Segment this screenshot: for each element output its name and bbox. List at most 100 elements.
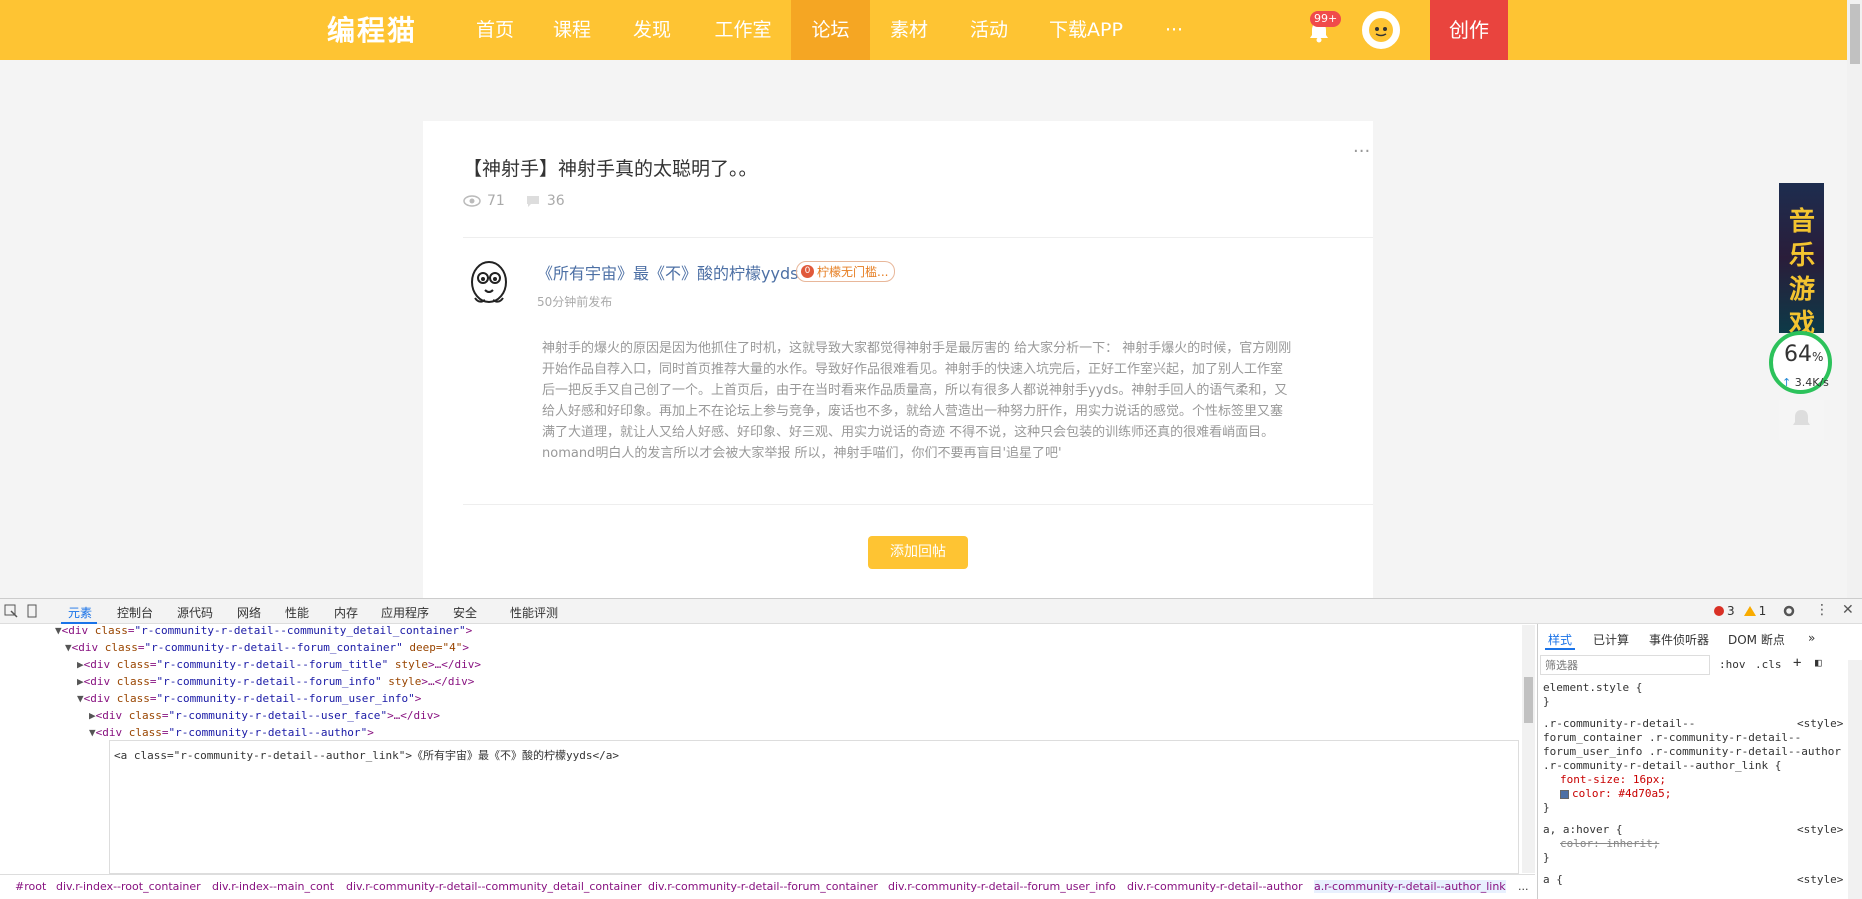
tab-dom-breakpoints[interactable]: DOM 断点 <box>1728 631 1785 648</box>
css-property-overridden[interactable]: color: inherit; <box>1560 837 1659 850</box>
tab-styles[interactable]: 样式 <box>1548 631 1572 648</box>
breadcrumb-more[interactable]: ... <box>1518 880 1529 893</box>
tab-console[interactable]: 控制台 <box>117 604 153 621</box>
author-link[interactable]: 《所有宇宙》最《不》酸的柠檬yyds <box>537 260 798 284</box>
close-icon[interactable]: ✕ <box>1842 602 1854 618</box>
toggle-sidebar-icon[interactable]: ◧ <box>1815 656 1822 669</box>
tab-lighthouse[interactable]: 性能评测 <box>510 604 558 621</box>
cat-avatar-icon <box>1369 18 1393 42</box>
breadcrumb-item[interactable]: #root <box>15 880 46 893</box>
breadcrumb-item[interactable]: div.r-community-r-detail--community_deta… <box>346 880 642 893</box>
rule-source[interactable]: <style> <box>1797 823 1843 836</box>
tab-security[interactable]: 安全 <box>453 604 477 621</box>
error-count: 3 <box>1727 604 1735 618</box>
speed-rate: ↑ 3.4K/s <box>1782 376 1829 389</box>
nav-item-download-app[interactable]: 下载APP <box>1044 0 1128 60</box>
add-rule-icon[interactable]: + <box>1793 655 1801 671</box>
post-meta: 71 36 <box>463 193 571 209</box>
dom-node[interactable]: ▼<div class="r-community-r-detail--forum… <box>65 641 469 654</box>
nav-item-studio[interactable]: 工作室 <box>707 0 779 60</box>
elements-scrollbar[interactable] <box>1522 625 1535 873</box>
rule-source[interactable]: <style> <box>1797 717 1843 730</box>
breadcrumb-item-selected[interactable]: a.r-community-r-detail--author_link <box>1314 880 1506 893</box>
rule-selector[interactable]: a, a:hover { <box>1543 823 1622 836</box>
eye-icon <box>463 195 481 207</box>
page-scrollbar-thumb[interactable] <box>1850 4 1860 64</box>
post-body: 神射手的爆火的原因是因为他抓住了时机，这就导致大家都觉得神射手是最厉害的 给大家… <box>542 341 1292 461</box>
badge-label: 柠檬无门槛... <box>817 265 889 279</box>
logo[interactable]: 编程猫 <box>327 9 417 49</box>
dom-node[interactable]: ▶<div class="r-community-r-detail--user_… <box>89 709 440 722</box>
dom-edit-text[interactable]: <a class="r-community-r-detail--author_l… <box>114 747 619 763</box>
elements-scrollbar-thumb[interactable] <box>1524 677 1533 723</box>
color-swatch[interactable] <box>1560 789 1569 799</box>
nav-item-courses[interactable]: 课程 <box>540 0 604 60</box>
tab-more[interactable]: » <box>1808 631 1815 645</box>
notification-badge: 99+ <box>1310 11 1342 27</box>
breadcrumb-item[interactable]: div.r-community-r-detail--author <box>1127 880 1303 893</box>
tab-computed[interactable]: 已计算 <box>1593 631 1629 648</box>
dom-node[interactable]: ▼<div class="r-community-r-detail--commu… <box>55 624 472 637</box>
kebab-menu-icon[interactable]: ⋮ <box>1815 602 1829 618</box>
badge-level: 0 <box>801 265 814 278</box>
styles-scrollbar[interactable] <box>1848 660 1862 899</box>
rule-selector[interactable]: .r-community-r-detail--author_link { <box>1543 759 1781 772</box>
user-avatar[interactable] <box>1362 11 1400 49</box>
tab-network[interactable]: 网络 <box>237 604 261 621</box>
settings-gear-icon[interactable] <box>1782 604 1796 618</box>
rule-source[interactable]: <style> <box>1797 873 1843 886</box>
hov-toggle[interactable]: :hov <box>1719 658 1746 671</box>
comment-icon <box>526 196 539 207</box>
rule-selector[interactable]: forum_user_info .r-community-r-detail--a… <box>1543 745 1841 758</box>
page-scrollbar[interactable] <box>1847 0 1862 598</box>
devtools-tab-bar: 元素 控制台 源代码 网络 性能 内存 应用程序 安全 性能评测 3 1 ⋮ ✕ <box>0 599 1862 624</box>
nav-item-forum[interactable]: 论坛 <box>791 0 870 60</box>
rule-selector[interactable]: forum_container .r-community-r-detail-- <box>1543 731 1801 744</box>
create-button[interactable]: 创作 <box>1430 0 1508 60</box>
side-notification-button[interactable] <box>1779 400 1824 440</box>
dom-node[interactable]: ▶<div class="r-community-r-detail--forum… <box>77 658 481 671</box>
speed-percent: 64% <box>1784 342 1824 367</box>
rule-close: } <box>1543 801 1550 814</box>
nav-more-icon[interactable]: ··· <box>1150 0 1198 60</box>
device-toggle-icon[interactable] <box>25 604 39 618</box>
breadcrumb-item[interactable]: div.r-index--root_container <box>56 880 201 893</box>
warning-count: 1 <box>1758 604 1767 618</box>
add-reply-button[interactable]: 添加回帖 <box>868 536 968 569</box>
inspect-icon[interactable] <box>4 604 18 618</box>
nav-item-home[interactable]: 首页 <box>463 0 527 60</box>
css-property[interactable]: color: #4d70a5; <box>1560 787 1671 800</box>
bell-icon <box>1793 410 1810 425</box>
nav-item-materials[interactable]: 素材 <box>877 0 941 60</box>
error-warning-counter[interactable]: 3 1 <box>1714 604 1766 618</box>
author-badge[interactable]: 0 柠檬无门槛... <box>796 261 896 282</box>
styles-filter-input[interactable] <box>1540 655 1710 675</box>
post-card: 【神射手】神射手真的太聪明了。。 ··· 71 36 《所有宇宙》最《不》酸的柠… <box>423 121 1373 601</box>
nav-item-events[interactable]: 活动 <box>957 0 1021 60</box>
post-time: 50分钟前发布 <box>537 295 613 309</box>
tab-application[interactable]: 应用程序 <box>381 604 429 621</box>
dom-node[interactable]: ▼<div class="r-community-r-detail--forum… <box>77 692 421 705</box>
error-icon <box>1714 606 1724 616</box>
tab-sources[interactable]: 源代码 <box>177 604 213 621</box>
element-style-rule[interactable]: element.style { <box>1543 681 1642 694</box>
dom-node[interactable]: ▼<div class="r-community-r-detail--autho… <box>89 726 374 739</box>
tab-elements[interactable]: 元素 <box>68 604 92 621</box>
comment-count: 36 <box>546 193 565 209</box>
breadcrumb-item[interactable]: div.r-index--main_cont <box>212 880 334 893</box>
author-avatar[interactable] <box>465 258 515 308</box>
nav-item-discover[interactable]: 发现 <box>620 0 684 60</box>
cls-toggle[interactable]: .cls <box>1755 658 1782 671</box>
css-property[interactable]: font-size: 16px; <box>1560 773 1666 786</box>
dom-node[interactable]: ▶<div class="r-community-r-detail--forum… <box>77 675 474 688</box>
tab-performance[interactable]: 性能 <box>285 604 309 621</box>
rule-selector[interactable]: .r-community-r-detail-- <box>1543 717 1695 730</box>
breadcrumb-item[interactable]: div.r-community-r-detail--forum_containe… <box>648 880 878 893</box>
post-title: 【神射手】神射手真的太聪明了。。 <box>463 158 758 180</box>
dom-breadcrumbs: #root div.r-index--root_container div.r-… <box>0 874 1535 899</box>
tab-event-listeners[interactable]: 事件侦听器 <box>1649 631 1709 648</box>
breadcrumb-item[interactable]: div.r-community-r-detail--forum_user_inf… <box>888 880 1116 893</box>
more-options-icon[interactable]: ··· <box>1353 141 1370 162</box>
tab-memory[interactable]: 内存 <box>334 604 358 621</box>
rule-selector[interactable]: a { <box>1543 873 1563 886</box>
